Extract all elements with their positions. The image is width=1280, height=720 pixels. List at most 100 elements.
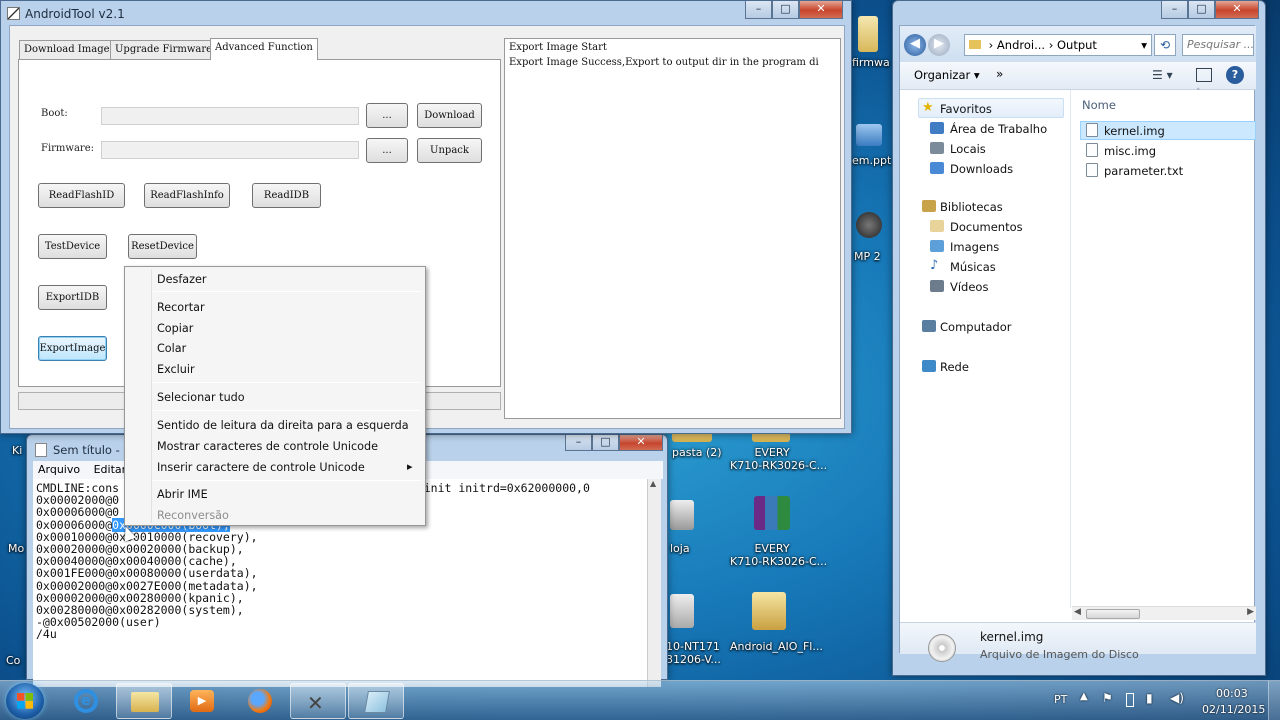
view-options-icon[interactable]: ☰ ▾ <box>1152 68 1173 82</box>
nav-downloads[interactable]: Downloads <box>950 162 1013 176</box>
tab-download-image[interactable]: Download Image <box>19 40 115 59</box>
menu-item-copiar[interactable]: Copiar <box>157 322 193 335</box>
nav-imagens[interactable]: Imagens <box>950 240 999 254</box>
maximize-button[interactable]: □ <box>772 1 799 19</box>
file-misc-img[interactable]: misc.img <box>1104 144 1156 158</box>
firmware-browse-button[interactable]: ... <box>366 138 408 163</box>
desktop-label-mo[interactable]: Mo <box>8 542 24 555</box>
readflashinfo-button[interactable]: ReadFlashInfo <box>144 183 230 208</box>
gimp-icon[interactable] <box>856 212 882 238</box>
help-icon[interactable]: ? <box>1226 66 1244 84</box>
file-icon[interactable] <box>670 594 694 628</box>
menu-item-abrir-ime[interactable]: Abrir IME <box>157 488 208 501</box>
menu-item-excluir[interactable]: Excluir <box>157 363 195 376</box>
file-kernel-img[interactable]: kernel.img <box>1104 124 1165 138</box>
tab-advanced-function[interactable]: Advanced Function <box>210 38 318 60</box>
desktop-label-mp2[interactable]: MP 2 <box>854 250 881 263</box>
minimize-button[interactable]: – <box>565 435 592 451</box>
desktop-label-ki[interactable]: Ki <box>12 444 22 457</box>
minimize-button[interactable]: – <box>745 1 772 19</box>
pane-divider[interactable] <box>1070 90 1071 608</box>
search-input[interactable]: Pesquisar ... <box>1182 34 1254 56</box>
tray-expand-icon[interactable]: ▲ <box>1080 691 1088 702</box>
nav-bibliotecas[interactable]: Bibliotecas <box>940 200 1003 214</box>
horizontal-scrollbar[interactable]: ◀ ▶ <box>1072 606 1256 620</box>
nav-rede[interactable]: Rede <box>940 360 969 374</box>
desktop-label-co[interactable]: Co <box>6 654 20 667</box>
presentation-file-icon[interactable] <box>856 124 882 146</box>
loja-icon[interactable] <box>670 500 694 530</box>
dropdown-arrow-icon[interactable]: ▾ <box>1141 35 1147 55</box>
menu-item-selecionar-tudo[interactable]: Selecionar tudo <box>157 391 245 404</box>
forward-arrow-icon[interactable]: ▶ <box>928 34 950 56</box>
breadcrumb-androi[interactable]: Androi... <box>997 38 1045 52</box>
firmware-folder-icon[interactable] <box>858 16 878 52</box>
menu-item-insert-unicode[interactable]: Inserir caractere de controle Unicode <box>157 461 365 474</box>
desktop-label-aio[interactable]: Android_AIO_Fl... <box>730 640 823 653</box>
maximize-button[interactable]: □ <box>592 435 619 451</box>
nav-computador[interactable]: Computador <box>940 320 1011 334</box>
nav-favoritos[interactable]: Favoritos <box>940 102 992 116</box>
menu-item-colar[interactable]: Colar <box>157 342 186 355</box>
exportidb-button[interactable]: ExportIDB <box>38 285 107 310</box>
close-button[interactable]: ✕ <box>799 1 843 19</box>
menu-item-recortar[interactable]: Recortar <box>157 301 205 314</box>
download-button[interactable]: Download <box>417 103 482 128</box>
show-desktop-button[interactable] <box>1268 681 1280 720</box>
close-button[interactable]: ✕ <box>1215 1 1259 19</box>
scroll-thumb[interactable] <box>1086 609 1140 619</box>
boot-browse-button[interactable]: ... <box>366 103 408 128</box>
notepad-taskbar-button[interactable] <box>348 683 404 719</box>
column-header-name[interactable]: Nome <box>1082 98 1116 112</box>
desktop-label-nt171[interactable]: 10-NT171 31206-V... <box>666 640 721 666</box>
nav-musicas[interactable]: Músicas <box>950 260 996 274</box>
explorer-taskbar-button[interactable] <box>116 683 172 719</box>
desktop-label-pasta2[interactable]: pasta (2) <box>672 446 722 459</box>
ie-taskbar-button[interactable]: e <box>58 683 114 719</box>
file-parameter-txt[interactable]: parameter.txt <box>1104 164 1183 178</box>
tab-upgrade-firmware[interactable]: Upgrade Firmware <box>110 40 218 59</box>
unpack-button[interactable]: Unpack <box>417 138 482 163</box>
organize-button[interactable]: Organizar ▾ <box>914 68 980 82</box>
battery-icon[interactable] <box>1126 693 1134 707</box>
nav-locais[interactable]: Locais <box>950 142 986 156</box>
back-arrow-icon[interactable]: ◀ <box>904 34 926 56</box>
desktop-label-loja[interactable]: loja <box>670 542 690 555</box>
more-commands-button[interactable]: » <box>996 67 1003 81</box>
nav-documentos[interactable]: Documentos <box>950 220 1023 234</box>
boot-path-input[interactable] <box>101 107 359 125</box>
minimize-button[interactable]: – <box>1161 1 1188 19</box>
maximize-button[interactable]: □ <box>1188 1 1215 19</box>
preview-pane-icon[interactable] <box>1196 68 1212 82</box>
nav-area-de-trabalho[interactable]: Área de Trabalho <box>950 122 1047 136</box>
aio-folder-icon[interactable] <box>752 592 786 630</box>
desktop-label-firmw[interactable]: firmwa <box>852 56 890 69</box>
close-button[interactable]: ✕ <box>619 435 663 451</box>
testdevice-button[interactable]: TestDevice <box>38 234 107 259</box>
desktop-label-every2[interactable]: EVERY K710-RK3026-C... <box>730 542 827 568</box>
menu-item-rtl-reading[interactable]: Sentido de leitura da direita para a esq… <box>157 419 409 432</box>
volume-icon[interactable]: ◀) <box>1170 691 1184 705</box>
refresh-icon[interactable]: ⟲ <box>1154 34 1176 56</box>
vertical-scrollbar[interactable]: ▲ <box>647 479 661 687</box>
scroll-right-arrow-icon[interactable]: ▶ <box>1247 607 1254 617</box>
clock-date[interactable]: 02/11/2015 <box>1202 703 1265 716</box>
media-player-taskbar-button[interactable]: ▶ <box>174 683 230 719</box>
menu-item-desfazer[interactable]: Desfazer <box>157 273 206 286</box>
breadcrumb-output[interactable]: Output <box>1057 38 1097 52</box>
exportimage-button[interactable]: ExportImage <box>38 336 107 361</box>
readidb-button[interactable]: ReadIDB <box>252 183 321 208</box>
scroll-left-arrow-icon[interactable]: ◀ <box>1074 607 1081 617</box>
androidtool-taskbar-button[interactable]: ✕ <box>290 683 346 719</box>
resetdevice-button[interactable]: ResetDevice <box>128 234 197 259</box>
firefox-taskbar-button[interactable] <box>232 683 288 719</box>
winrar-icon[interactable] <box>754 496 790 530</box>
scroll-up-arrow-icon[interactable]: ▲ <box>650 479 656 488</box>
menu-item-show-unicode[interactable]: Mostrar caracteres de controle Unicode <box>157 440 378 453</box>
start-button[interactable] <box>6 683 44 719</box>
action-center-icon[interactable]: ⚑ <box>1102 691 1113 705</box>
clock-time[interactable]: 00:03 <box>1216 687 1248 700</box>
firmware-path-input[interactable] <box>101 141 359 159</box>
nav-videos[interactable]: Vídeos <box>950 280 988 294</box>
menu-arquivo[interactable]: Arquivo <box>33 461 85 478</box>
